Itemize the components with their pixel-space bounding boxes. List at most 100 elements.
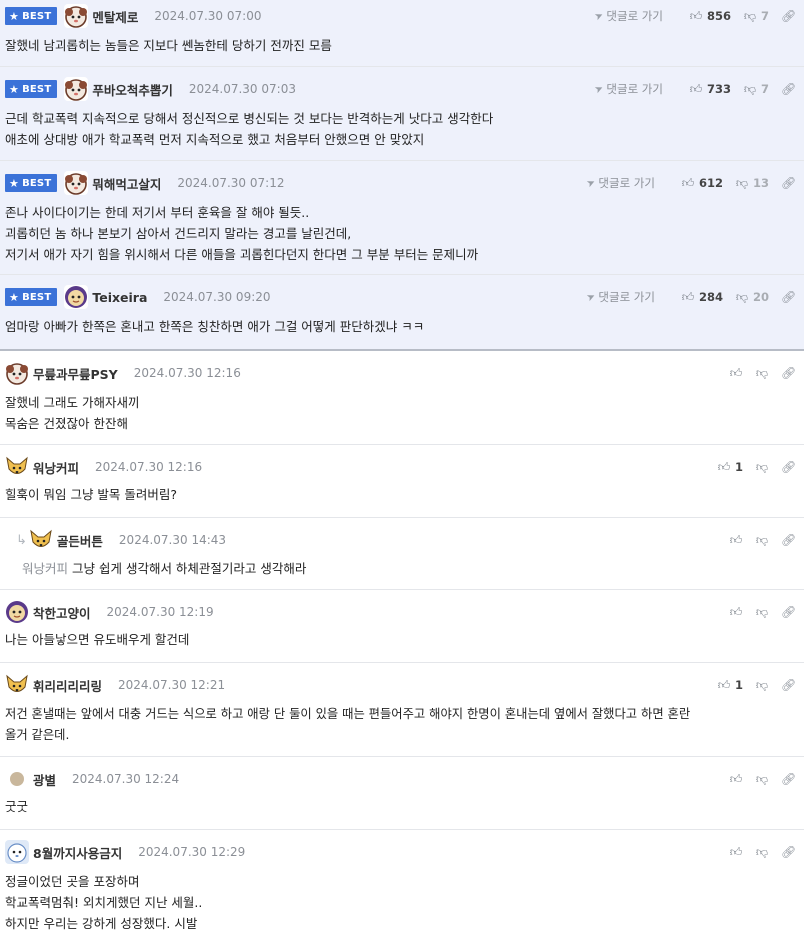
comment-body: 근데 학교폭력 지속적으로 당해서 정신적으로 병신되는 것 보다는 반격하는게… <box>5 111 494 147</box>
timestamp: 2024.07.30 12:29 <box>138 845 246 859</box>
downvote-button[interactable]: 👎︎ <box>755 533 769 548</box>
reply-target[interactable]: 워낭커피 <box>22 561 68 576</box>
link-icon: 🔗︎ <box>781 366 797 380</box>
upvote-button[interactable]: 👍︎ 1 <box>717 678 743 693</box>
thumbs-up-icon: 👍︎ <box>717 677 731 692</box>
timestamp: 2024.07.30 12:24 <box>72 772 180 786</box>
link-icon: 🔗︎ <box>781 772 797 786</box>
link-icon: 🔗︎ <box>781 9 797 23</box>
upvote-button[interactable]: 👍︎ 856 <box>689 9 731 24</box>
avatar[interactable] <box>64 4 89 28</box>
downvote-button[interactable]: 👎︎ <box>755 772 769 787</box>
timestamp: 2024.07.30 12:16 <box>95 460 203 474</box>
downvote-button[interactable]: 👎︎ 7 <box>743 9 769 24</box>
send-arrow-icon: ➤ <box>585 176 598 190</box>
upvote-button[interactable]: 👍︎ <box>729 845 743 860</box>
upvote-button[interactable]: 👍︎ 612 <box>681 176 723 191</box>
thumbs-down-icon: 👎︎ <box>735 289 749 304</box>
thumbs-down-icon: 👎︎ <box>755 365 769 380</box>
goto-comment-link[interactable]: ➤ 댓글로 가기 <box>593 8 663 24</box>
avatar[interactable] <box>5 840 29 864</box>
nickname[interactable]: 골든버튼 <box>57 531 103 550</box>
comment-body: 잘했네 그래도 가해자새끼 목숨은 건졌잖아 한잔해 <box>5 395 140 431</box>
avatar[interactable] <box>64 171 89 195</box>
share-link-button[interactable]: 🔗︎ <box>781 678 796 692</box>
share-link-button[interactable]: 🔗︎ <box>781 366 797 380</box>
downvote-button[interactable]: 👎︎ 7 <box>743 82 769 97</box>
avatar[interactable] <box>64 77 89 101</box>
share-link-button[interactable]: 🔗︎ <box>781 82 797 96</box>
upvote-button[interactable]: 👍︎ 733 <box>689 82 731 97</box>
downvote-button[interactable]: 👎︎ 13 <box>735 176 769 191</box>
thumbs-up-icon: 👍︎ <box>729 365 743 380</box>
downvote-button[interactable]: 👎︎ <box>755 845 769 860</box>
send-arrow-icon: ➤ <box>585 290 598 304</box>
nickname[interactable]: 멘탈제로 <box>92 7 138 26</box>
downvote-button[interactable]: 👎︎ 20 <box>735 290 769 305</box>
downvote-button[interactable]: 👎︎ <box>755 460 769 475</box>
share-link-button[interactable]: 🔗︎ <box>781 533 796 547</box>
upvote-button[interactable]: 👍︎ <box>729 772 743 787</box>
comment-body: 존나 사이다이기는 한데 저기서 부터 훈육을 잘 해야 될듯.. 괴롭히던 놈… <box>5 205 479 262</box>
upvote-button[interactable]: 👍︎ <box>729 605 743 620</box>
downvote-button[interactable]: 👎︎ <box>755 605 769 620</box>
goto-comment-link[interactable]: ➤ 댓글로 가기 <box>585 175 655 191</box>
star-icon: ★ <box>9 290 20 304</box>
nickname[interactable]: Teixeira <box>92 290 147 305</box>
timestamp: 2024.07.30 14:43 <box>118 533 227 547</box>
link-icon: 🔗︎ <box>781 290 797 304</box>
star-icon: ★ <box>9 82 20 96</box>
thumbs-up-icon: 👍︎ <box>717 459 731 474</box>
upvote-button[interactable]: 👍︎ 284 <box>681 290 723 305</box>
nickname[interactable]: 8월까지사용금지 <box>33 843 122 862</box>
nickname[interactable]: 뭐해먹고살지 <box>92 174 161 193</box>
avatar[interactable] <box>5 673 29 697</box>
nickname[interactable]: 착한고양이 <box>33 603 91 622</box>
send-arrow-icon: ➤ <box>593 9 606 23</box>
downvote-button[interactable]: 👎︎ <box>755 366 769 381</box>
nickname[interactable]: 광별 <box>33 770 56 789</box>
goto-comment-link[interactable]: ➤ 댓글로 가기 <box>585 289 655 305</box>
upvote-button[interactable]: 👍︎ 1 <box>717 460 743 475</box>
avatar[interactable] <box>5 600 29 624</box>
nickname[interactable]: 무릎과무릎PSY <box>33 364 118 383</box>
avatar[interactable] <box>5 361 29 385</box>
avatar[interactable] <box>64 285 89 309</box>
downvote-button[interactable]: 👎︎ <box>755 678 769 693</box>
timestamp: 2024.07.30 09:20 <box>163 290 271 304</box>
comment-section: ★ BEST 멘탈제로 2024.07.30 07:00 ➤ 댓글로 가기 👍︎ 85… <box>0 0 804 931</box>
goto-comment-link[interactable]: ➤ 댓글로 가기 <box>593 81 663 97</box>
thumbs-up-icon: 👍︎ <box>729 532 743 547</box>
comment-body: 엄마랑 아빠가 한쪽은 혼내고 한쪽은 칭찬하면 애가 그걸 어떻게 판단하겠냐… <box>5 319 425 334</box>
comment-body: 잘했네 남괴롭히는 놈들은 지보다 쎈놈한테 당하기 전까진 모름 <box>5 38 332 53</box>
comment-body: 정글이었던 곳을 포장하며 학교폭력멈춰! 외치게했던 지난 세월.. 하지만 … <box>5 874 203 931</box>
share-link-button[interactable]: 🔗︎ <box>781 772 797 786</box>
best-badge: ★ BEST <box>5 80 58 98</box>
nickname[interactable]: 휘리리리리링 <box>33 676 102 695</box>
nickname[interactable]: 워낭커피 <box>33 458 79 477</box>
thumbs-down-icon: 👎︎ <box>755 677 769 692</box>
share-link-button[interactable]: 🔗︎ <box>781 176 796 190</box>
avatar[interactable] <box>5 455 29 479</box>
comment-body: 나는 아들낳으면 유도배우게 할건데 <box>5 632 190 647</box>
best-badge: ★ BEST <box>5 288 58 306</box>
link-icon: 🔗︎ <box>781 460 797 474</box>
share-link-button[interactable]: 🔗︎ <box>781 290 797 304</box>
share-link-button[interactable]: 🔗︎ <box>781 845 796 859</box>
avatar[interactable] <box>10 772 24 786</box>
link-icon: 🔗︎ <box>781 82 797 96</box>
thumbs-down-icon: 👎︎ <box>755 844 769 859</box>
share-link-button[interactable]: 🔗︎ <box>781 9 797 23</box>
nickname[interactable]: 푸바오척추뽑기 <box>92 80 173 99</box>
avatar[interactable] <box>28 528 53 552</box>
upvote-button[interactable]: 👍︎ <box>729 533 743 548</box>
comment-item: 8월까지사용금지 2024.07.30 12:29 👍︎ 👎︎ 🔗︎ 정글이었던… <box>0 830 804 931</box>
comment-item: 착한고양이 2024.07.30 12:19 👍︎ 👎︎ 🔗︎ 나는 아들낳으면… <box>0 590 804 663</box>
share-link-button[interactable]: 🔗︎ <box>781 460 797 474</box>
best-comment: ★ BEST 푸바오척추뽑기 2024.07.30 07:03 ➤ 댓글로 가기 👍… <box>0 67 804 161</box>
share-link-button[interactable]: 🔗︎ <box>781 605 796 619</box>
thumbs-up-icon: 👍︎ <box>681 289 695 304</box>
comment-body: 힐훅이 뭐임 그냥 발목 돌려버림? <box>5 487 178 502</box>
upvote-button[interactable]: 👍︎ <box>729 366 743 381</box>
thumbs-up-icon: 👍︎ <box>729 604 743 619</box>
